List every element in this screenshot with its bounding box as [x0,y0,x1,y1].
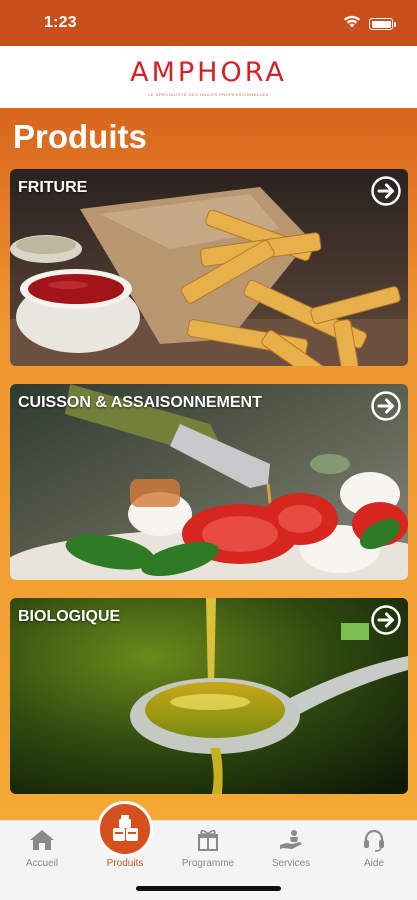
category-card-biologique[interactable]: BIOLOGIQUE [10,598,408,794]
gift-icon [173,828,243,852]
fries-photo [10,169,408,366]
category-card-cuisson[interactable]: CUISSON & ASSAISONNEMENT [10,384,408,580]
brand-tagline: · LE SPÉCIALISTE DES HUILES PROFESSIONNE… [144,92,273,97]
category-label: FRITURE [18,179,88,196]
tab-label: Services [271,858,311,869]
active-tab-bubble[interactable] [97,801,153,857]
wifi-icon [343,15,361,33]
category-card-friture[interactable]: FRITURE [10,169,408,366]
tab-label: Aide [363,858,384,869]
brand-header: AMPHORA · LE SPÉCIALISTE DES HUILES PROF… [0,46,417,108]
tab-label: Produits [106,858,144,869]
tab-aide[interactable]: Aide [339,821,409,873]
caprese-oil-photo [10,384,408,580]
arrow-right-circle-icon[interactable] [371,391,401,421]
service-hand-icon [256,828,326,852]
tab-services[interactable]: Services [256,821,326,873]
battery-icon [369,18,396,30]
status-bar: 1:23 [0,0,417,46]
tab-label: Accueil [25,858,59,869]
arrow-right-circle-icon[interactable] [371,176,401,206]
home-indicator [136,886,281,891]
products-screen: Produits FRITURE CUISSON & ASSAISONNEMEN… [0,108,417,820]
page-title: Produits [13,118,147,155]
status-icons [343,15,396,33]
olive-oil-spoon-photo [10,598,408,794]
brand-logo: AMPHORA [130,57,287,88]
status-time: 1:23 [44,14,77,31]
headset-icon [339,828,409,852]
tab-accueil[interactable]: Accueil [7,821,77,873]
tab-label: Programme [181,858,235,869]
arrow-right-circle-icon[interactable] [371,605,401,635]
home-icon [7,828,77,852]
tab-programme[interactable]: Programme [173,821,243,873]
products-icon [113,815,138,841]
category-label: BIOLOGIQUE [18,608,121,625]
category-label: CUISSON & ASSAISONNEMENT [18,394,262,411]
